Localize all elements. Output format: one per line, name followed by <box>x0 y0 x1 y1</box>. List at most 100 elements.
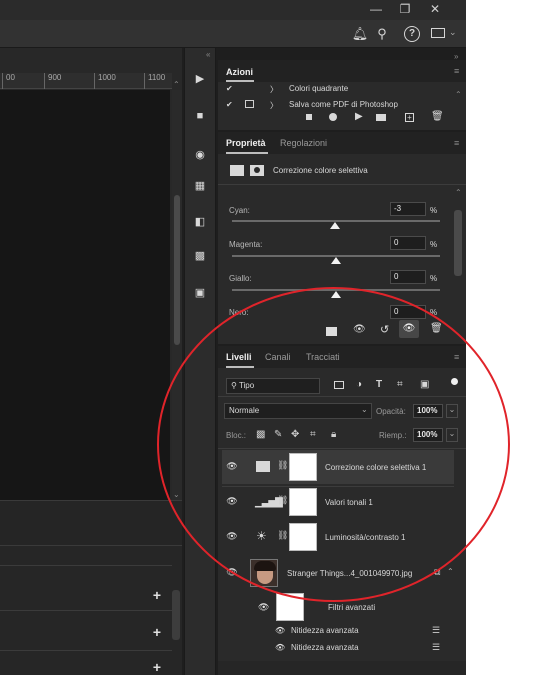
visibility-icon[interactable]: 👁︎ <box>399 320 419 338</box>
chevron-up-icon[interactable]: ⌃ <box>447 567 454 576</box>
lock-transparent-icon[interactable]: ▩ <box>256 429 265 440</box>
help-icon[interactable]: ? <box>404 26 420 42</box>
smart-filters-label[interactable]: Filtri avanzati <box>328 603 375 612</box>
fill-field[interactable]: 100% <box>413 428 443 442</box>
scrollbar-thumb[interactable] <box>454 210 462 276</box>
visibility-eye-icon[interactable]: 👁︎ <box>275 643 285 652</box>
action-check[interactable]: ✔ <box>226 84 233 93</box>
lock-all-icon[interactable]: 🔒︎ <box>331 429 336 440</box>
layer-name[interactable]: Valori tonali 1 <box>325 498 373 507</box>
filter-toggle[interactable] <box>451 378 458 385</box>
yellow-value-field[interactable]: 0 <box>390 270 426 284</box>
layer-name[interactable]: Correzione colore selettiva 1 <box>325 463 426 472</box>
link-icon[interactable]: ⛓︎ <box>277 460 288 471</box>
chevron-down-icon[interactable]: ⌄ <box>449 27 457 38</box>
lock-image-icon[interactable]: ✎ <box>274 429 282 440</box>
layer-name[interactable]: Stranger Things...4_001049970.jpg <box>287 569 412 578</box>
layer-name[interactable]: Luminosità/contrasto 1 <box>325 533 406 542</box>
smart-filter-badge-icon[interactable]: ⧉ <box>434 567 440 578</box>
scrollbar-thumb[interactable] <box>174 195 180 345</box>
tab-channels[interactable]: Canali <box>265 352 291 362</box>
tab-actions[interactable]: Azioni <box>226 67 253 77</box>
layer-row[interactable]: 👁︎ ▁▃▅▇ ⛓︎ Valori tonali 1 <box>222 485 454 519</box>
search-icon[interactable]: ⚲ <box>373 26 391 42</box>
collapse-icon[interactable]: » <box>454 52 458 61</box>
link-icon[interactable]: ⛓︎ <box>277 530 288 541</box>
add-button[interactable]: + <box>150 588 164 602</box>
workspace-icon[interactable] <box>431 28 445 38</box>
history-icon[interactable]: ▶︎ <box>192 71 208 87</box>
type-filter-icon[interactable]: T <box>376 379 382 390</box>
filter-blending-icon[interactable]: ☰ <box>432 625 440 636</box>
image-thumbnail[interactable] <box>250 559 278 587</box>
mask-icon[interactable] <box>250 165 264 176</box>
add-button[interactable]: + <box>150 625 164 639</box>
patterns-icon[interactable]: ▩ <box>192 248 208 264</box>
libraries-icon[interactable]: ▣ <box>192 285 208 301</box>
collapse-icon[interactable]: « <box>206 50 210 59</box>
visibility-eye-icon[interactable]: 👁︎ <box>226 461 238 472</box>
scroll-up-icon[interactable]: ⌃ <box>455 188 462 197</box>
action-item[interactable]: Salva come PDF di Photoshop <box>289 100 398 109</box>
trash-icon[interactable]: 🗑︎ <box>431 111 444 122</box>
smart-filter-item[interactable]: Nitidezza avanzata <box>291 643 359 652</box>
lock-artboard-icon[interactable]: ⌗ <box>310 429 316 440</box>
cyan-slider-thumb[interactable] <box>330 222 340 229</box>
pixel-filter-icon[interactable] <box>334 381 344 389</box>
visibility-eye-icon[interactable]: 👁︎ <box>226 567 238 578</box>
fill-dropdown[interactable]: ⌄ <box>446 428 458 442</box>
new-action-icon[interactable]: + <box>405 113 414 122</box>
palette-icon[interactable]: ◉ <box>192 147 208 163</box>
dialog-toggle-icon[interactable] <box>245 100 254 108</box>
scroll-up-icon[interactable]: ⌃ <box>455 90 462 99</box>
panel-menu-icon[interactable]: ≡ <box>454 138 459 148</box>
filter-mask-thumbnail[interactable] <box>276 593 304 621</box>
comment-icon[interactable]: ■ <box>192 108 208 124</box>
tab-properties[interactable]: Proprietà <box>226 138 266 148</box>
swatches-icon[interactable]: ▦ <box>192 178 208 194</box>
magenta-value-field[interactable]: 0 <box>390 236 426 250</box>
bell-icon[interactable]: 🔔︎ <box>351 26 369 42</box>
layer-row[interactable]: 👁︎ ☀︎ ⛓︎ Luminosità/contrasto 1 <box>222 520 454 554</box>
minimize-button[interactable]: — <box>361 0 391 20</box>
close-button[interactable]: ✕ <box>420 0 450 20</box>
layer-row[interactable]: 👁︎ ⛓︎ Correzione colore selettiva 1 <box>222 450 454 484</box>
opacity-field[interactable]: 100% <box>413 404 443 418</box>
action-check[interactable]: ✔ <box>226 100 233 109</box>
yellow-slider-thumb[interactable] <box>331 291 341 298</box>
record-icon[interactable] <box>329 113 337 121</box>
layer-mask-thumbnail[interactable] <box>289 523 317 551</box>
folder-icon[interactable] <box>376 114 386 121</box>
restore-button[interactable]: ❐ <box>390 0 420 20</box>
blend-mode-dropdown[interactable]: Normale <box>224 403 372 419</box>
visibility-eye-icon[interactable]: 👁︎ <box>275 626 285 635</box>
smart-object-filter-icon[interactable]: ▣ <box>420 379 429 390</box>
opacity-dropdown[interactable]: ⌄ <box>446 404 458 418</box>
reset-icon[interactable]: ↺ <box>380 323 389 336</box>
scrollbar-thumb[interactable] <box>172 590 180 640</box>
layer-mask-thumbnail[interactable] <box>289 488 317 516</box>
adjustment-filter-icon[interactable]: ◑ <box>356 379 362 390</box>
tab-adjustments[interactable]: Regolazioni <box>280 138 327 148</box>
play-icon[interactable]: ▶ <box>355 111 363 122</box>
view-previous-icon[interactable]: 👁︎ <box>353 324 366 335</box>
magenta-slider-thumb[interactable] <box>331 257 341 264</box>
tab-paths[interactable]: Tracciati <box>306 352 340 362</box>
layer-row[interactable]: 👁︎ Stranger Things...4_001049970.jpg ⧉ ⌃ <box>222 556 454 590</box>
add-button[interactable]: + <box>150 660 164 674</box>
visibility-eye-icon[interactable]: 👁︎ <box>226 531 238 542</box>
clip-to-layer-icon[interactable] <box>326 327 337 336</box>
shape-filter-icon[interactable]: ⌗ <box>397 379 403 390</box>
canvas[interactable] <box>0 90 170 500</box>
visibility-eye-icon[interactable]: 👁︎ <box>226 496 238 507</box>
chevron-right-icon[interactable]: 〉 <box>270 100 278 111</box>
panel-menu-icon[interactable]: ≡ <box>454 66 459 76</box>
cyan-value-field[interactable]: -3 <box>390 202 426 216</box>
stop-icon[interactable] <box>306 114 312 120</box>
black-value-field[interactable]: 0 <box>390 305 426 319</box>
link-icon[interactable]: ⛓︎ <box>277 495 288 506</box>
chevron-right-icon[interactable]: 〉 <box>270 84 278 95</box>
visibility-eye-icon[interactable]: 👁︎ <box>258 602 269 613</box>
trash-icon[interactable]: 🗑︎ <box>430 323 443 334</box>
gradient-icon[interactable]: ◧ <box>192 214 208 230</box>
